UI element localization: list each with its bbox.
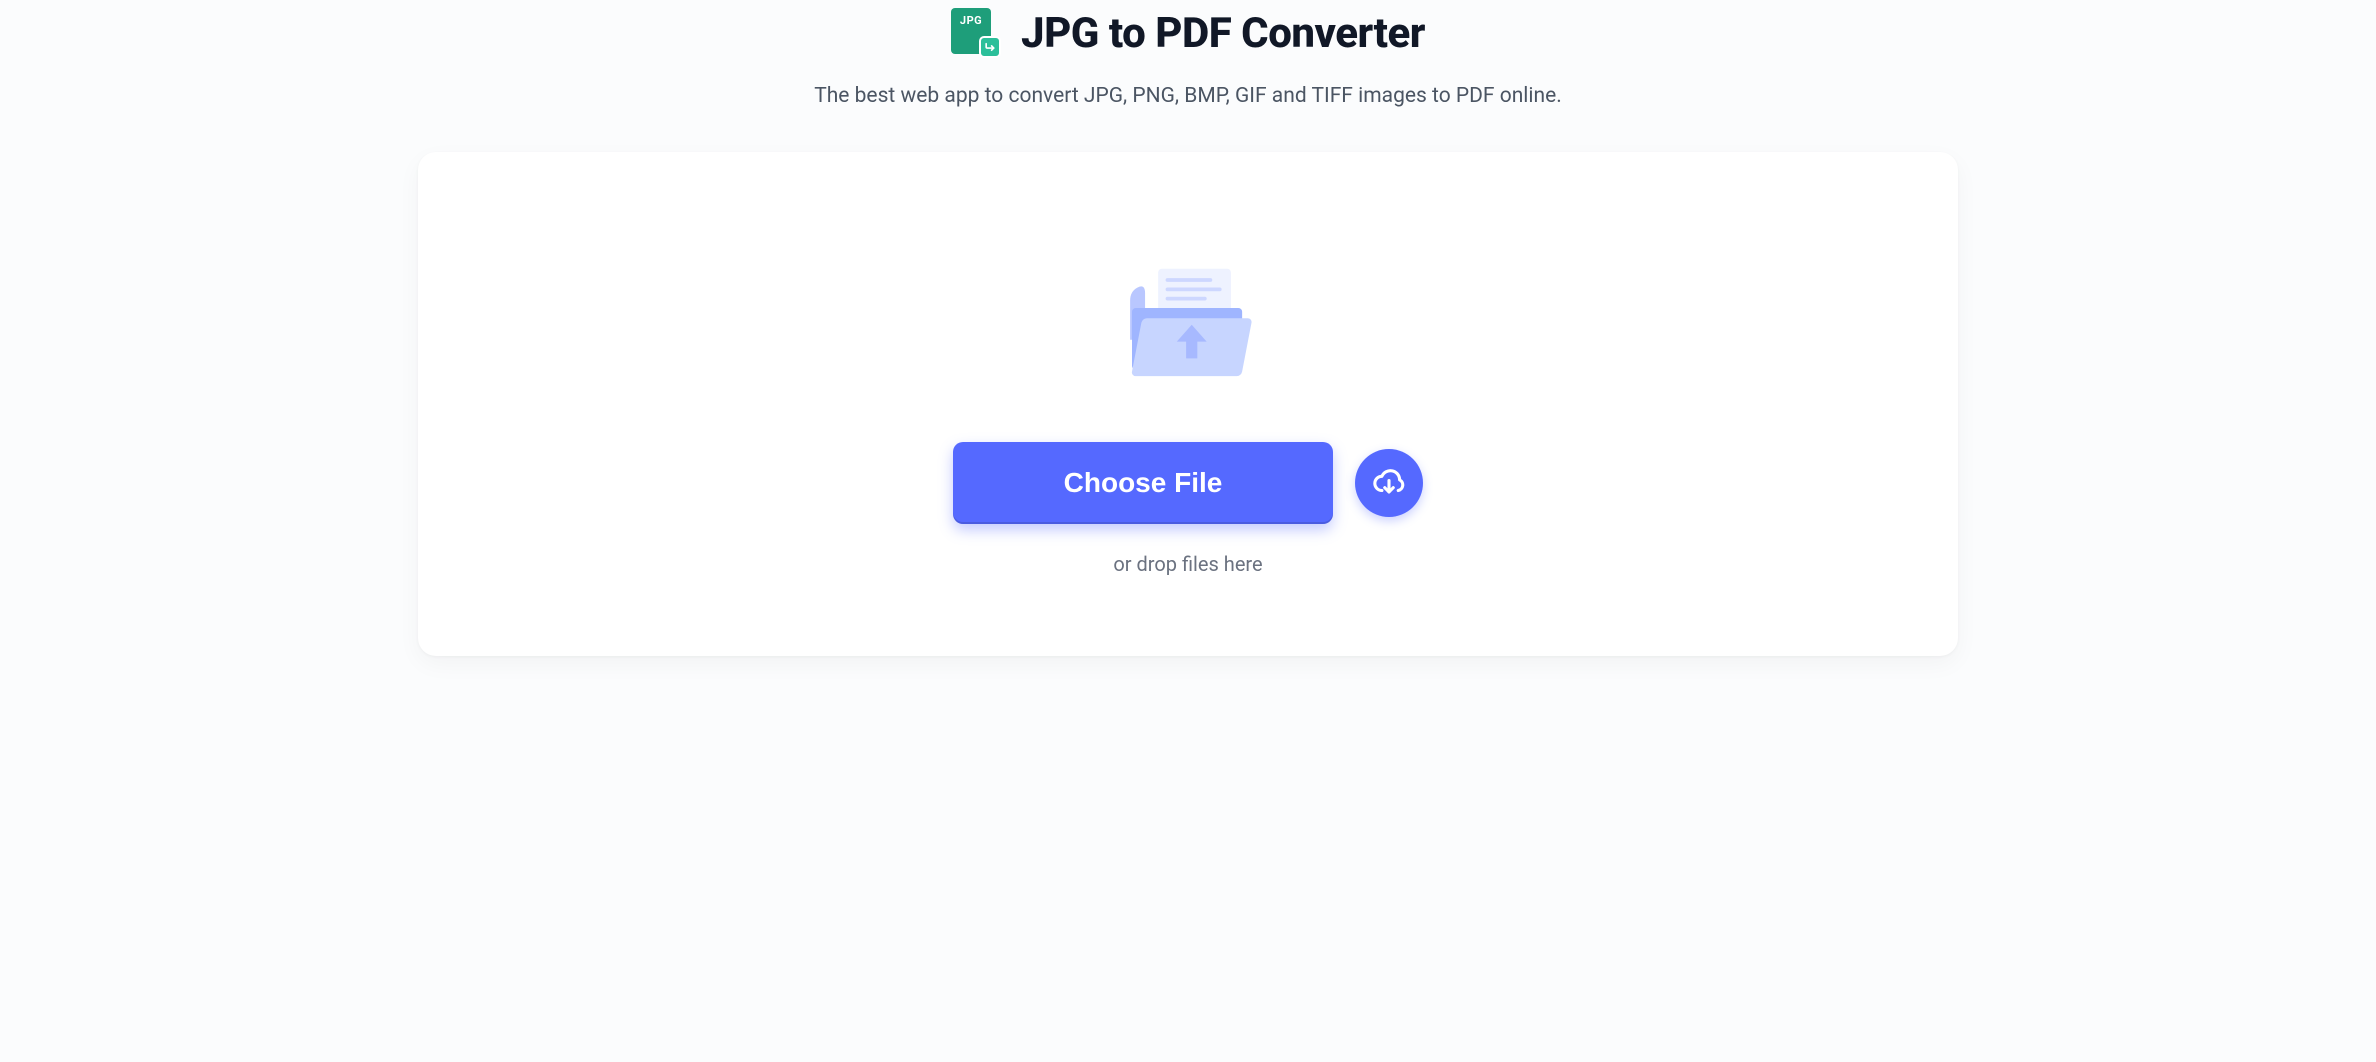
page-header: JPG JPG to PDF Converter The best web ap… xyxy=(814,0,1562,108)
folder-upload-icon xyxy=(1113,252,1263,392)
upload-card[interactable]: Choose File or drop files here xyxy=(418,152,1958,656)
drop-files-hint: or drop files here xyxy=(1113,552,1262,576)
upload-controls: Choose File xyxy=(953,442,1423,524)
cloud-import-button[interactable] xyxy=(1355,449,1423,517)
page-subtitle: The best web app to convert JPG, PNG, BM… xyxy=(814,84,1562,108)
convert-arrow-icon xyxy=(979,36,1001,58)
cloud-download-icon xyxy=(1372,465,1406,502)
jpg-file-icon-tag: JPG xyxy=(960,14,982,27)
page-title: JPG to PDF Converter xyxy=(1021,9,1425,58)
jpg-file-icon: JPG xyxy=(951,8,1001,58)
choose-file-button[interactable]: Choose File xyxy=(953,442,1333,524)
